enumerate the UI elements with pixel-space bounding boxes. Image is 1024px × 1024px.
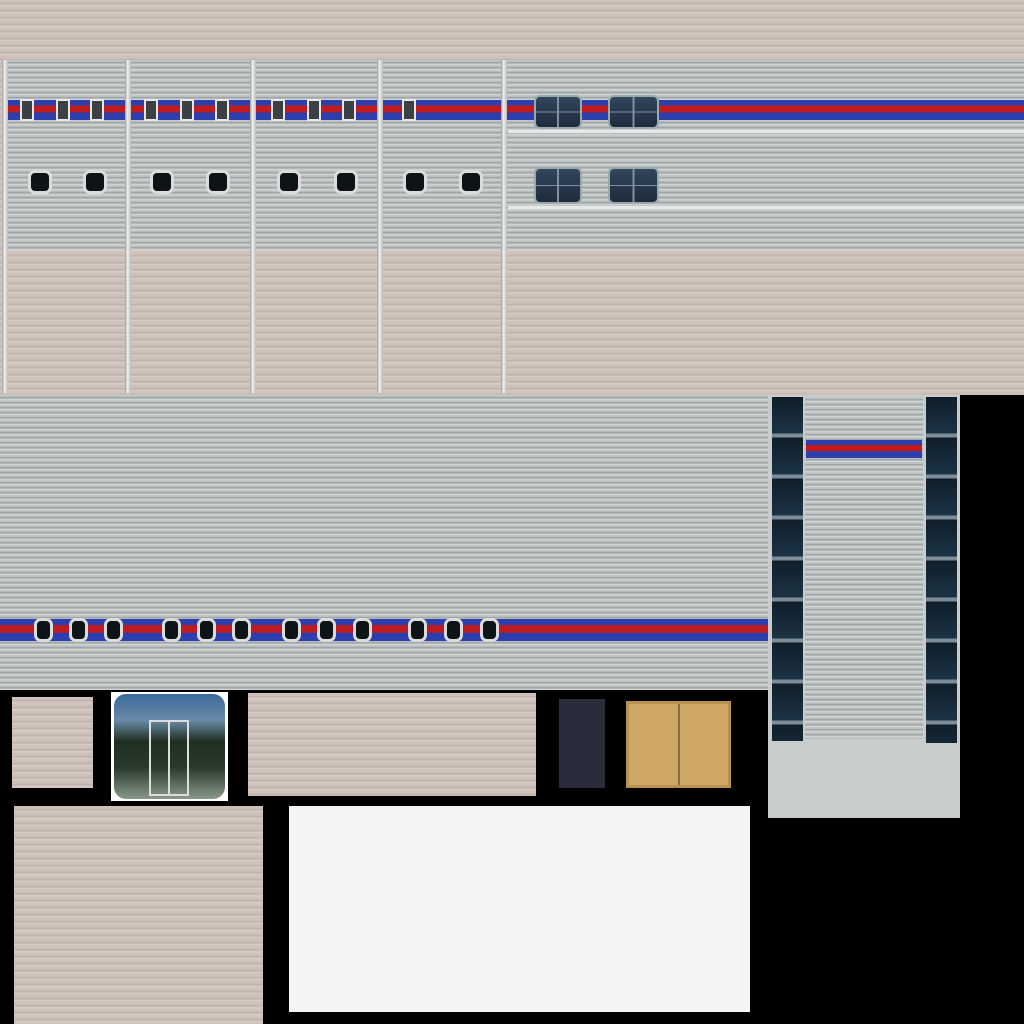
wall-post xyxy=(125,60,131,393)
small-window xyxy=(144,99,158,121)
wall-post xyxy=(2,60,8,393)
siding-swatch-wide xyxy=(248,693,536,796)
trim-line xyxy=(508,206,1024,209)
porthole-window xyxy=(162,618,181,642)
large-window xyxy=(534,167,582,204)
porthole-window xyxy=(150,170,174,194)
porthole-window xyxy=(444,618,463,642)
tower-glass-right xyxy=(926,397,957,743)
wall-post xyxy=(377,60,383,393)
porthole-window xyxy=(317,618,336,642)
porthole-window xyxy=(408,618,427,642)
porthole-window xyxy=(197,618,216,642)
trim-line xyxy=(508,130,1024,133)
small-window xyxy=(271,99,285,121)
wall-post xyxy=(250,60,256,393)
porthole-window xyxy=(69,618,88,642)
upper-gray-wall xyxy=(5,60,1024,250)
porthole-window xyxy=(277,170,301,194)
small-window xyxy=(215,99,229,121)
small-window xyxy=(307,99,321,121)
siding-swatch-small xyxy=(12,697,93,788)
middle-gray-wall xyxy=(0,395,768,690)
tan-double-door xyxy=(626,701,731,788)
porthole-window xyxy=(34,618,53,642)
porthole-window xyxy=(282,618,301,642)
wall-post xyxy=(501,60,507,393)
small-window xyxy=(56,99,70,121)
tower-glass-left xyxy=(772,397,803,741)
porthole-window xyxy=(353,618,372,642)
small-window xyxy=(90,99,104,121)
porthole-window xyxy=(480,618,499,642)
small-window xyxy=(402,99,416,121)
porthole-window xyxy=(403,170,427,194)
siding-swatch-large xyxy=(14,806,263,1024)
small-window xyxy=(342,99,356,121)
small-window xyxy=(20,99,34,121)
porthole-window xyxy=(334,170,358,194)
dark-door xyxy=(559,699,605,788)
large-window xyxy=(608,95,659,129)
small-window xyxy=(180,99,194,121)
porthole-window xyxy=(232,618,251,642)
large-window xyxy=(534,95,582,129)
porthole-window xyxy=(28,170,52,194)
tower-stripe xyxy=(806,440,922,458)
large-window xyxy=(608,167,659,204)
porthole-window xyxy=(104,618,123,642)
white-panel xyxy=(289,806,750,1012)
glass-entry-door xyxy=(111,692,228,801)
porthole-window xyxy=(206,170,230,194)
porthole-window xyxy=(459,170,483,194)
texture-atlas xyxy=(0,0,1024,1024)
porthole-window xyxy=(83,170,107,194)
